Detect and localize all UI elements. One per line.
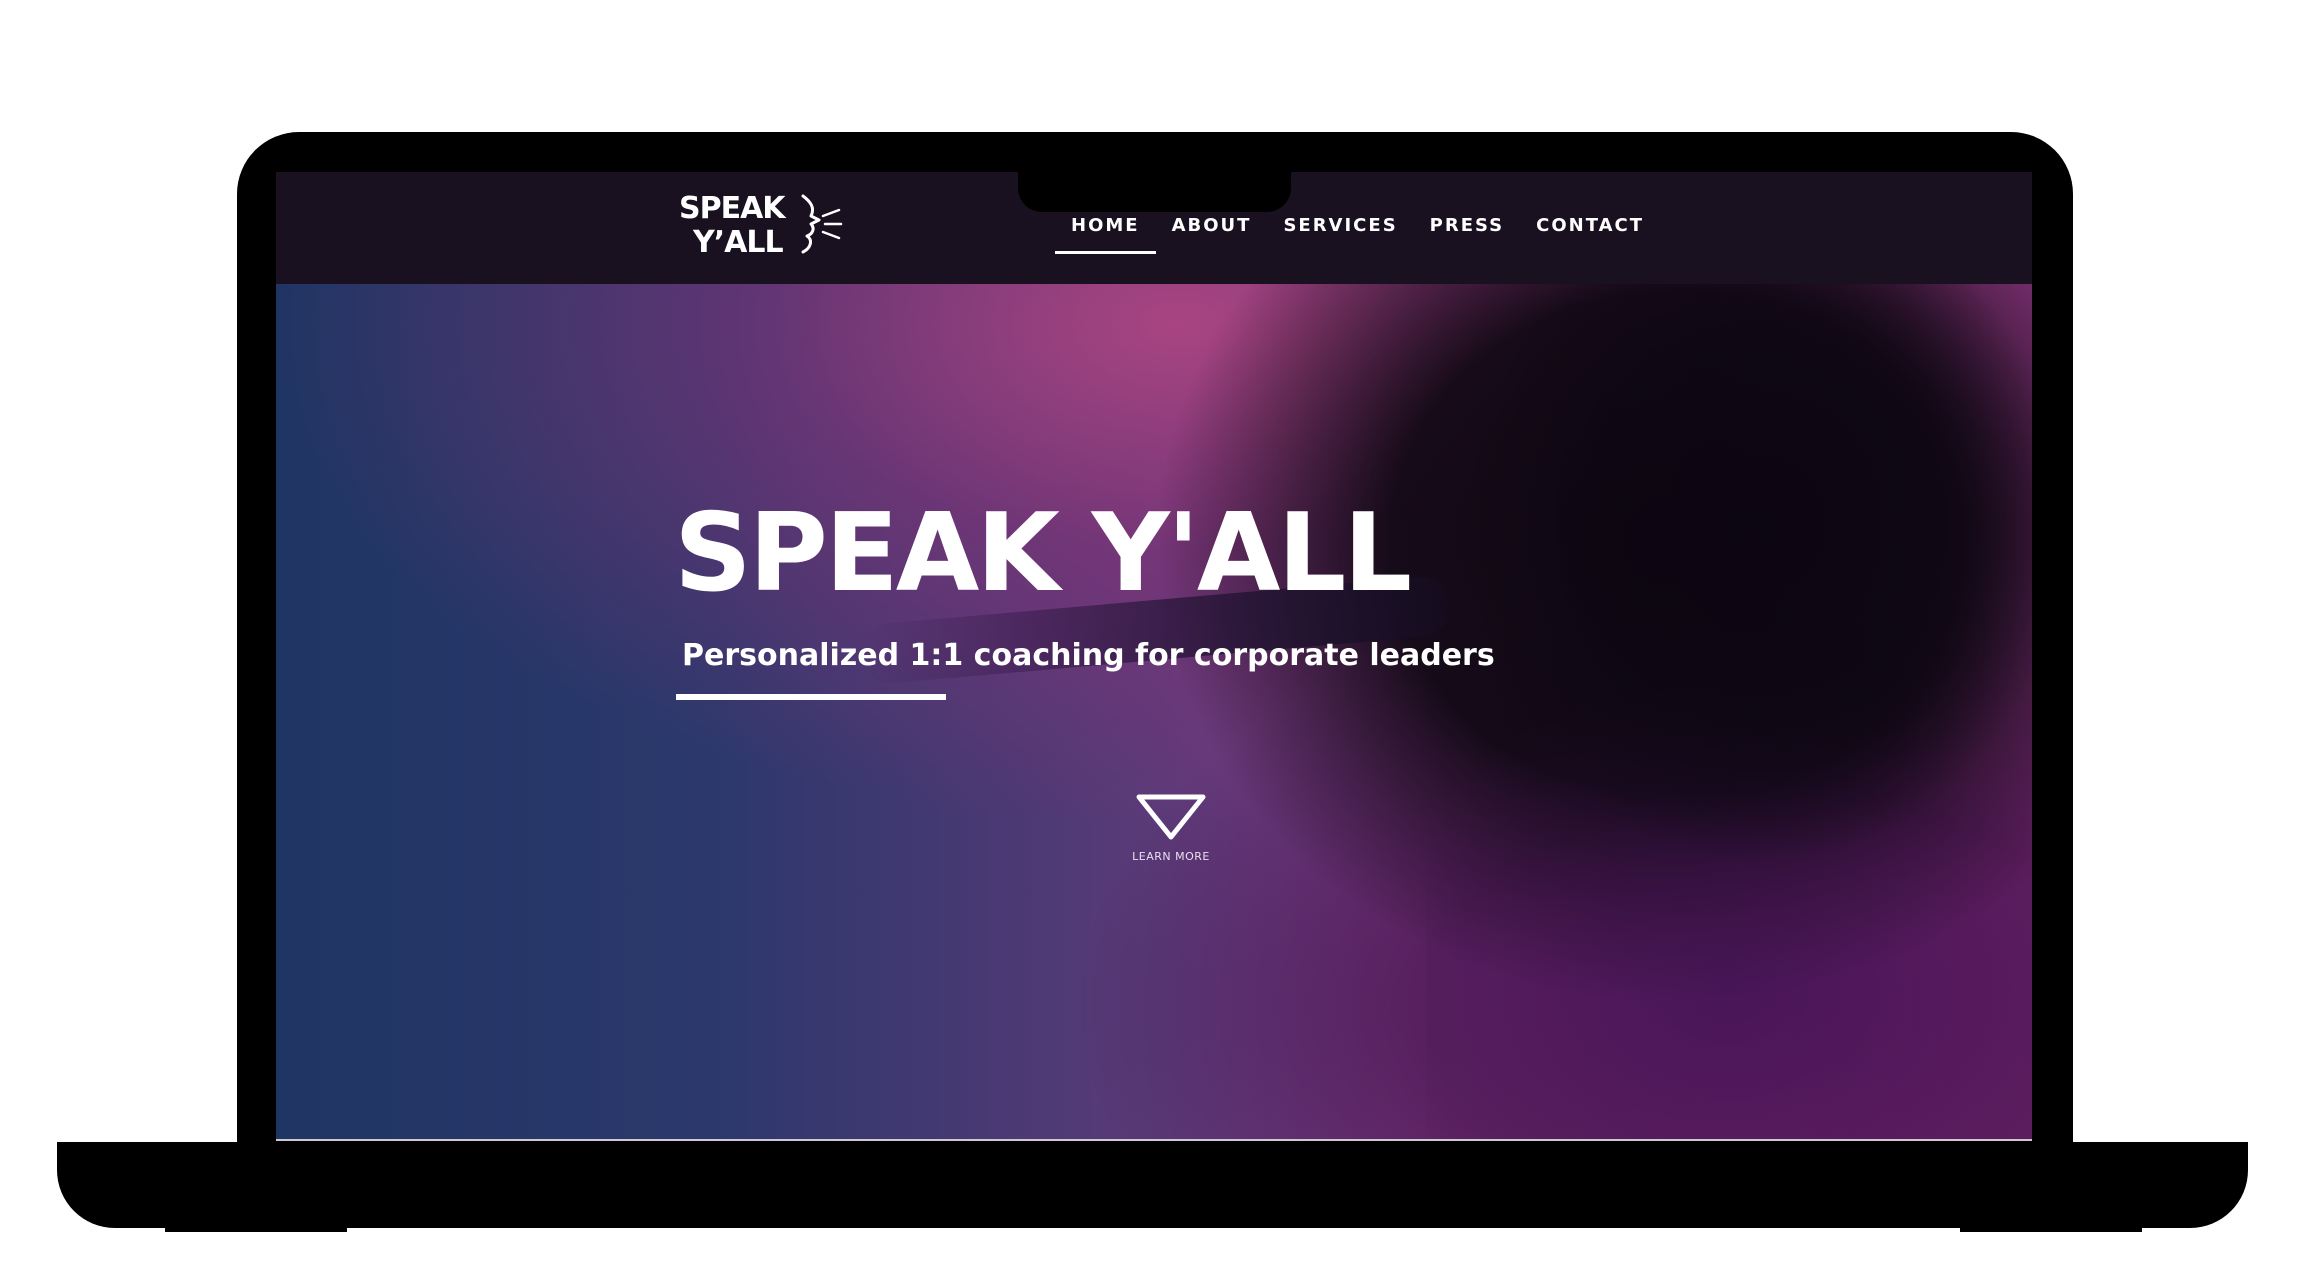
site-logo[interactable]: SPEAK Y’ALL (679, 192, 849, 264)
speech-face-icon (801, 194, 843, 254)
nav-contact[interactable]: CONTACT (1520, 206, 1660, 246)
logo-line-1: SPEAK (679, 191, 786, 226)
nav-services[interactable]: SERVICES (1267, 206, 1413, 246)
laptop-foot-right (1960, 1220, 2142, 1232)
hero-background-singer (1426, 284, 2032, 1141)
laptop-foot-left (165, 1220, 347, 1232)
hero-title: SPEAK Y'ALL (674, 491, 1412, 616)
triangle-down-icon (1136, 794, 1206, 840)
nav-press[interactable]: PRESS (1414, 206, 1520, 246)
hero-underline-divider (676, 694, 946, 700)
learn-more-label: LEARN MORE (1132, 850, 1210, 863)
laptop-base (57, 1142, 2248, 1228)
learn-more-button[interactable]: LEARN MORE (1116, 792, 1226, 888)
nav-about[interactable]: ABOUT (1156, 206, 1268, 246)
screen-bottom-edge (276, 1139, 2032, 1141)
camera-notch (1018, 172, 1291, 212)
logo-line-2: Y’ALL (693, 225, 784, 260)
hero-subtitle: Personalized 1:1 coaching for corporate … (682, 638, 1495, 673)
laptop-screen: SPEAK Y’ALL HOME ABOUT SERVICES PRESS CO… (276, 172, 2032, 1141)
hero-section: SPEAK Y'ALL Personalized 1:1 coaching fo… (276, 284, 2032, 1141)
main-nav: HOME ABOUT SERVICES PRESS CONTACT (1055, 206, 1660, 256)
nav-home[interactable]: HOME (1055, 206, 1156, 254)
